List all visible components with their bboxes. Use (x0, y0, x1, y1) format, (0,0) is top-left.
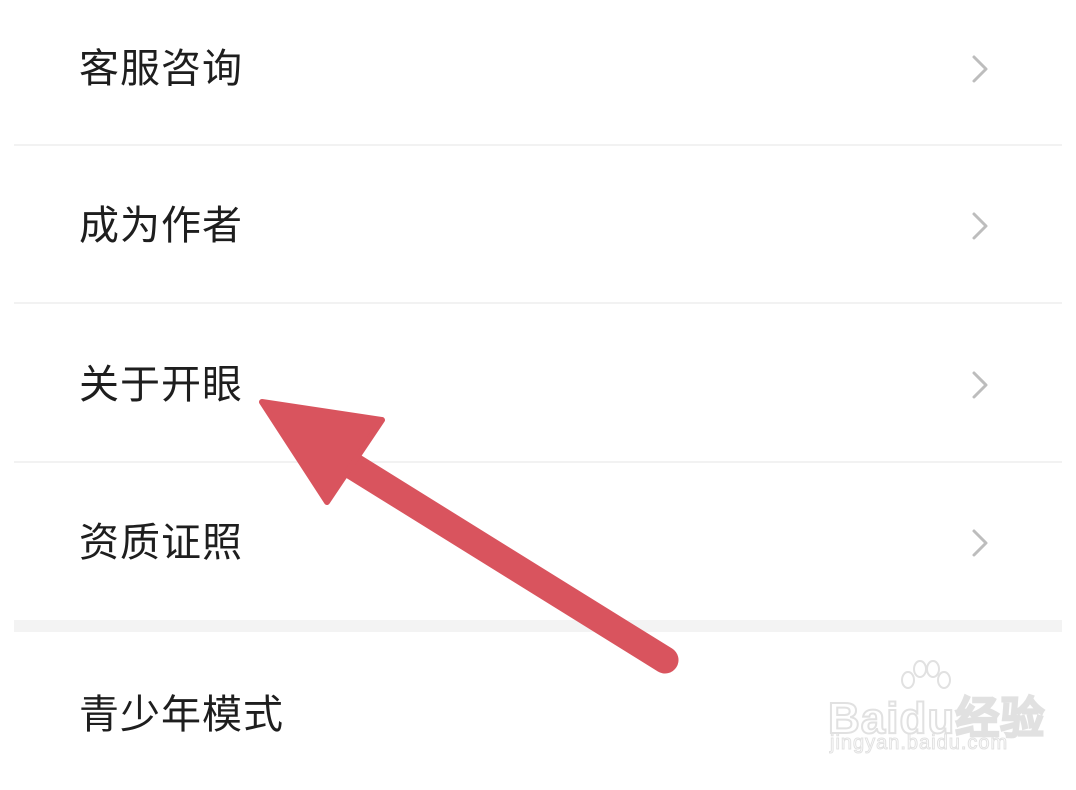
chevron-right-icon (972, 212, 988, 240)
menu-item-label: 资质证照 (79, 520, 243, 566)
menu-item-label: 关于开眼 (79, 362, 243, 408)
chevron-right-icon (972, 529, 988, 557)
chevron-right-icon (972, 371, 988, 399)
section-divider (14, 620, 1062, 632)
menu-item-label: 青少年模式 (79, 692, 284, 738)
divider (14, 302, 1062, 304)
baidu-jingyan-watermark: Baidu经验 jingyan.baidu.com (820, 660, 1070, 770)
menu-item-about[interactable]: 关于开眼 (14, 310, 1062, 460)
chevron-right-icon (972, 55, 988, 83)
watermark-url: jingyan.baidu.com (829, 732, 1009, 755)
menu-item-become-author[interactable]: 成为作者 (14, 151, 1062, 301)
divider (14, 144, 1062, 146)
divider (14, 461, 1062, 463)
menu-item-label: 客服咨询 (79, 46, 243, 92)
menu-item-qualifications[interactable]: 资质证照 (14, 468, 1062, 618)
menu-item-label: 成为作者 (79, 203, 243, 249)
menu-item-customer-service[interactable]: 客服咨询 (14, 0, 1062, 144)
